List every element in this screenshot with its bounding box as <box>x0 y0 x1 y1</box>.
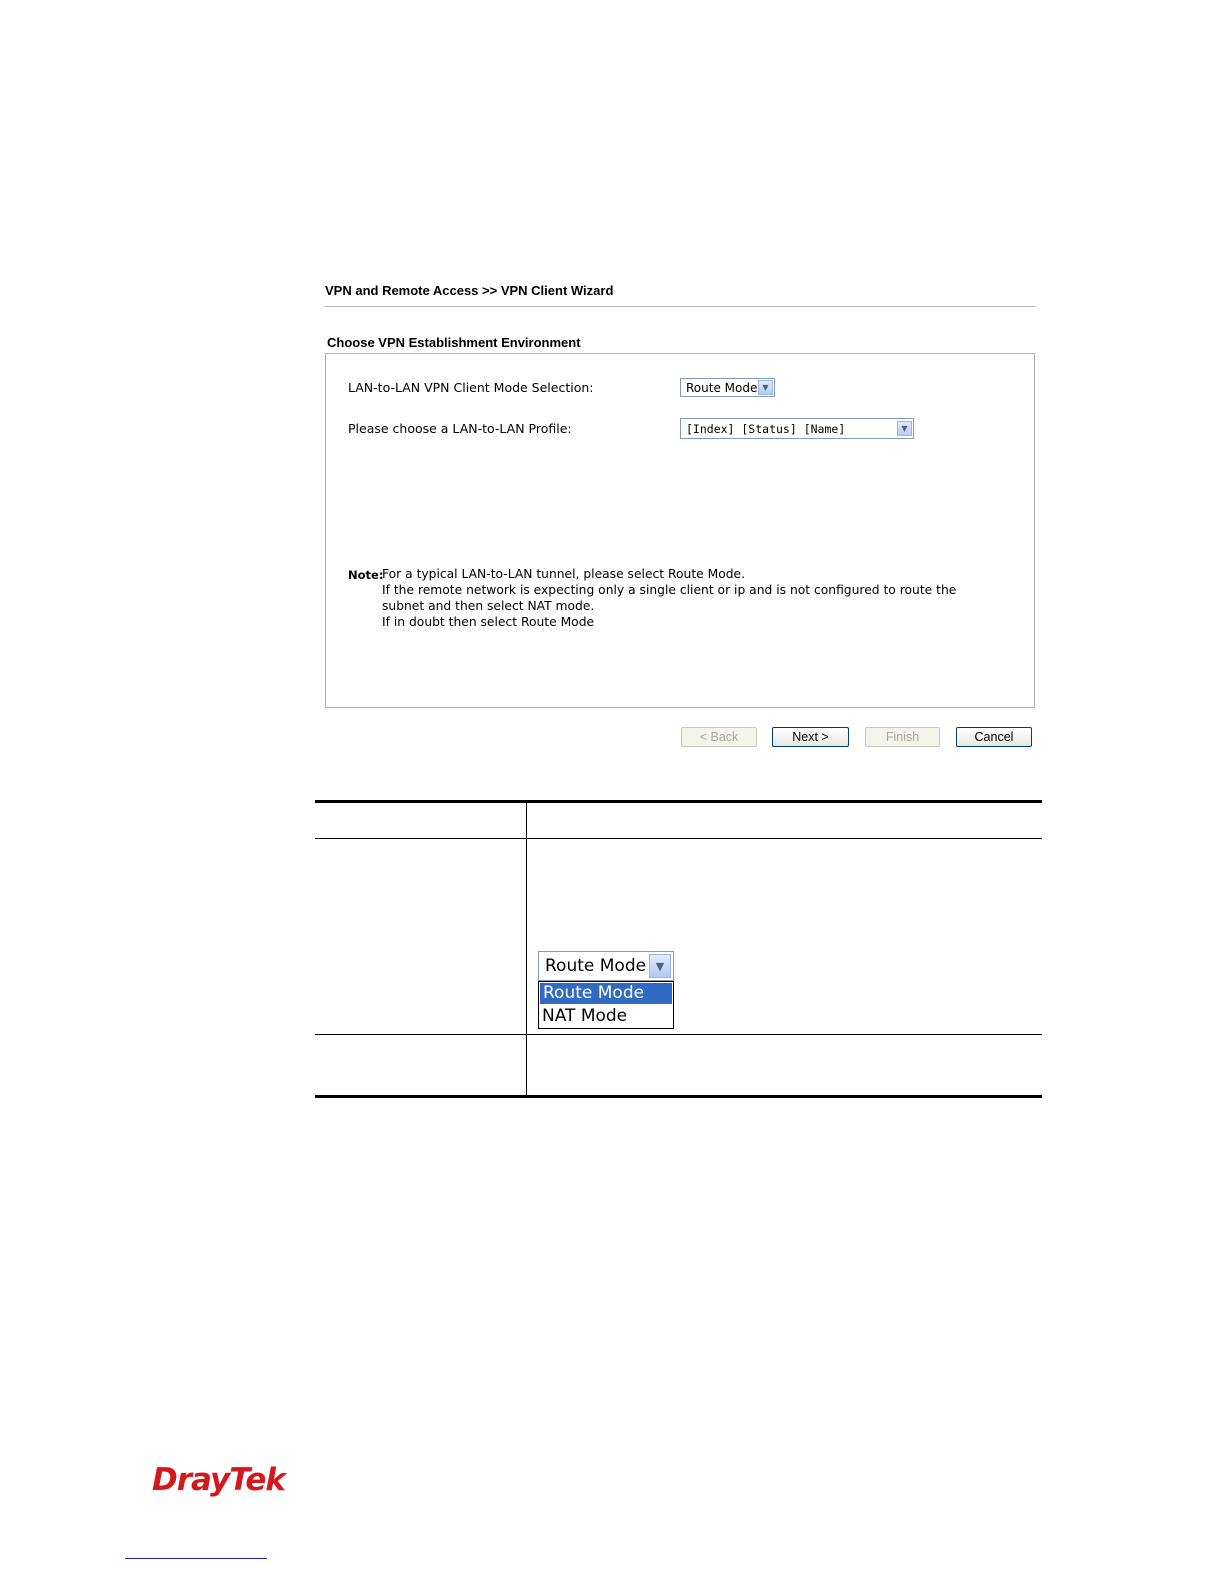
draytek-logo: DrayTek <box>152 1462 286 1498</box>
table-header-rule <box>315 838 1042 839</box>
note-label: Note: <box>348 568 384 582</box>
dropdown-option-nat-mode[interactable]: NAT Mode <box>539 1005 673 1027</box>
section-title: Choose VPN Establishment Environment <box>327 335 581 350</box>
mode-selection-label: LAN-to-LAN VPN Client Mode Selection: <box>348 380 594 395</box>
profile-select-value: [Index] [Status] [Name] <box>686 421 846 436</box>
next-button[interactable]: Next > <box>772 727 849 747</box>
table-column-divider <box>526 803 527 1095</box>
breadcrumb: VPN and Remote Access >> VPN Client Wiza… <box>325 283 614 298</box>
chevron-down-icon: ▼ <box>758 380 773 395</box>
note-line: If in doubt then select Route Mode <box>382 615 595 629</box>
mode-select-value: Route Mode <box>686 380 758 395</box>
dropdown-option-route-mode[interactable]: Route Mode <box>540 983 672 1004</box>
breadcrumb-divider <box>325 306 1035 307</box>
table-row-rule <box>315 1034 1042 1035</box>
finish-button[interactable]: Finish <box>865 727 940 747</box>
chevron-down-icon: ▼ <box>649 954 671 978</box>
wizard-panel <box>325 353 1035 708</box>
table-bottom-rule <box>315 1095 1042 1098</box>
mode-dropdown-value: Route Mode <box>545 956 647 976</box>
note-line: For a typical LAN-to-LAN tunnel, please … <box>382 567 746 581</box>
chevron-down-icon: ▼ <box>897 421 912 436</box>
cancel-button[interactable]: Cancel <box>956 727 1032 747</box>
mode-dropdown-list: Route Mode NAT Mode <box>538 981 674 1029</box>
note-line: subnet and then select NAT mode. <box>382 599 595 613</box>
table-top-rule <box>315 800 1042 803</box>
mode-select[interactable]: Route Mode ▼ <box>680 378 775 397</box>
footer-rule <box>125 1558 267 1559</box>
profile-select[interactable]: [Index] [Status] [Name] ▼ <box>680 418 914 439</box>
mode-dropdown-example[interactable]: Route Mode ▼ <box>538 951 674 981</box>
note-line: If the remote network is expecting only … <box>382 583 957 597</box>
profile-label: Please choose a LAN-to-LAN Profile: <box>348 421 572 436</box>
back-button[interactable]: < Back <box>681 727 757 747</box>
